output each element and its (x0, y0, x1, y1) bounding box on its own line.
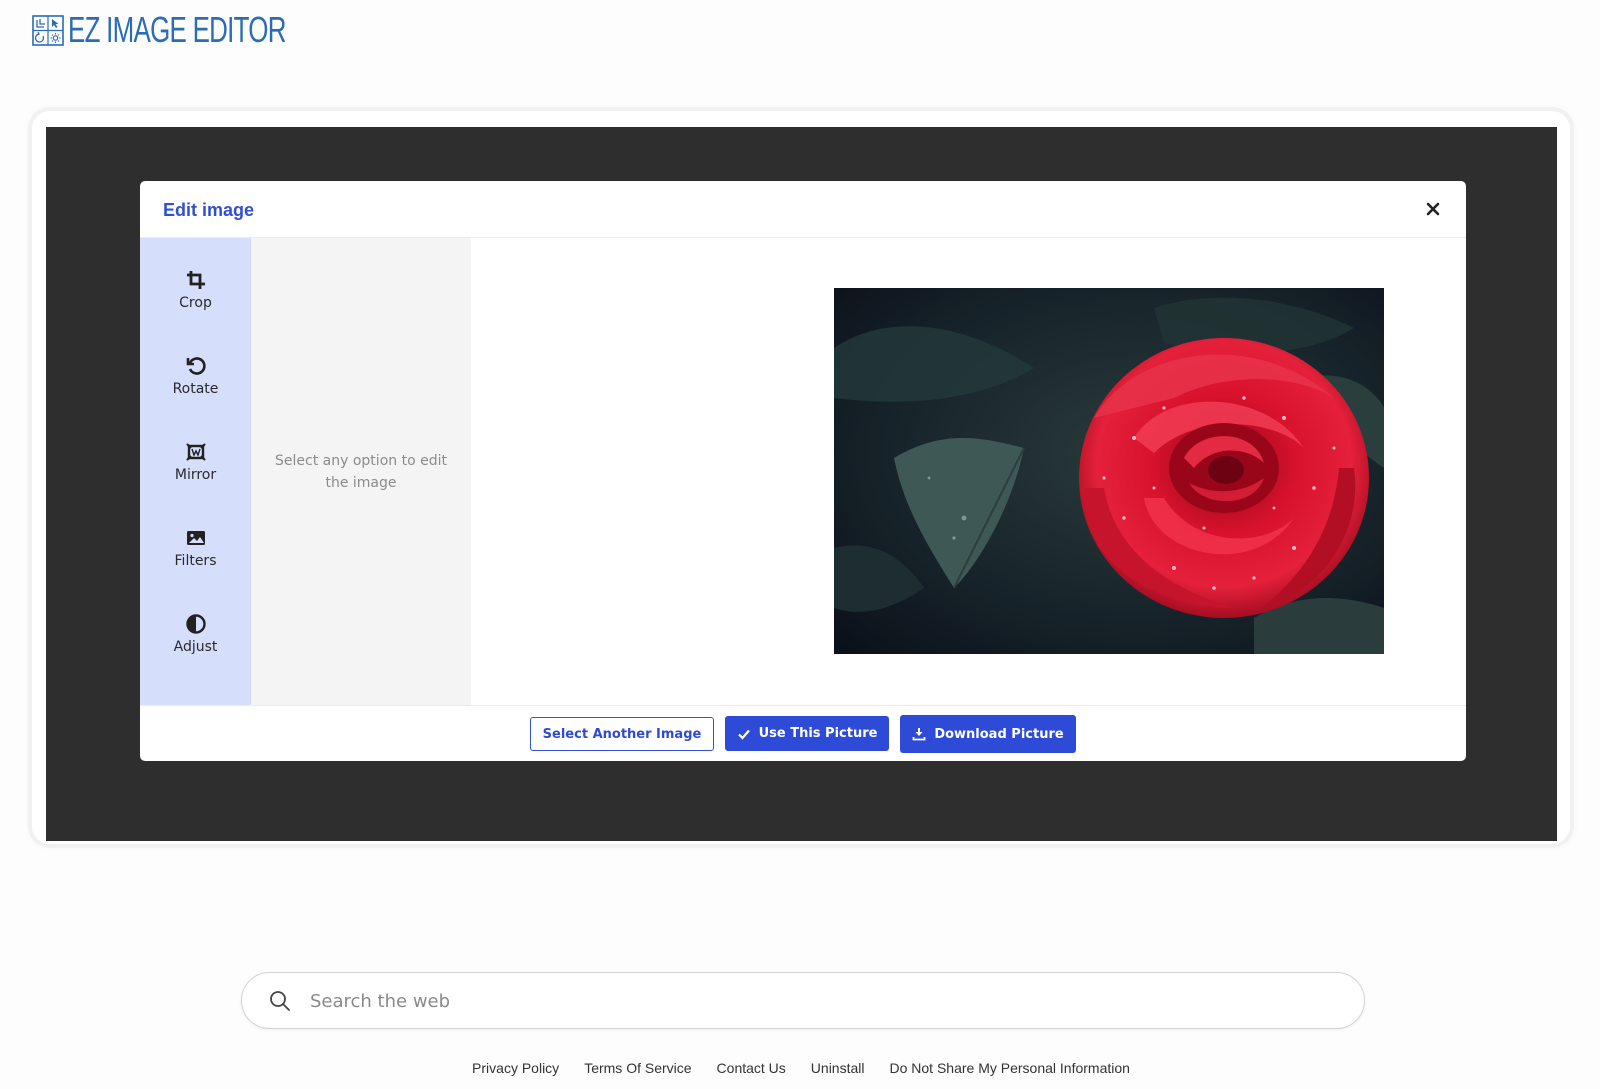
options-hint: Select any option to edit the image (275, 452, 447, 491)
mirror-icon (185, 443, 206, 461)
select-another-image-label: Select Another Image (542, 726, 702, 742)
footer-links: Privacy Policy Terms Of Service Contact … (0, 1060, 1600, 1076)
use-this-picture-button[interactable]: Use This Picture (725, 716, 889, 751)
checkmark-icon (737, 729, 750, 740)
crop-icon (186, 271, 205, 289)
tool-label-crop: Crop (179, 295, 212, 311)
mirror-tool-button[interactable]: Mirror (140, 427, 251, 497)
contrast-icon (185, 614, 206, 634)
tool-label-rotate: Rotate (172, 381, 219, 397)
image-icon (186, 531, 205, 545)
rose-photo (834, 288, 1384, 654)
download-picture-label: Download Picture (934, 726, 1064, 742)
image-editor-logo-icon (32, 14, 64, 46)
tool-label-adjust: Adjust (173, 639, 218, 655)
modal-body: Crop Rotate Mirror Filters Adjust Select… (140, 238, 1466, 705)
search-icon[interactable] (268, 989, 292, 1013)
footer-link-do-not-share[interactable]: Do Not Share My Personal Information (890, 1060, 1130, 1076)
edit-image-modal: Edit image Crop Rotate Mirror Filters Ad… (140, 181, 1466, 761)
tool-options-panel: Select any option to edit the image (251, 238, 471, 705)
footer-link-uninstall[interactable]: Uninstall (811, 1060, 865, 1076)
tool-label-filters: Filters (174, 553, 217, 569)
download-picture-button[interactable]: Download Picture (900, 715, 1076, 753)
web-search-bar (241, 972, 1365, 1029)
adjust-tool-button[interactable]: Adjust (140, 599, 251, 669)
search-input[interactable] (308, 983, 1338, 1019)
filters-tool-button[interactable]: Filters (140, 513, 251, 583)
footer-link-contact-us[interactable]: Contact Us (717, 1060, 786, 1076)
image-preview-area (471, 238, 1466, 705)
modal-header: Edit image (140, 181, 1466, 238)
image-preview[interactable] (834, 288, 1384, 654)
modal-footer: Select Another Image Use This Picture Do… (140, 705, 1466, 761)
edit-toolbar: Crop Rotate Mirror Filters Adjust (140, 238, 251, 705)
use-this-picture-label: Use This Picture (758, 726, 878, 741)
tool-label-mirror: Mirror (174, 467, 217, 483)
rotate-icon (186, 357, 206, 375)
logo-text: EZ IMAGE EDITOR (68, 9, 286, 50)
rotate-tool-button[interactable]: Rotate (140, 341, 251, 411)
download-icon (912, 728, 926, 741)
footer-link-privacy-policy[interactable]: Privacy Policy (472, 1060, 559, 1076)
footer-link-terms-of-service[interactable]: Terms Of Service (584, 1060, 691, 1076)
select-another-image-button[interactable]: Select Another Image (530, 717, 714, 751)
modal-title: Edit image (163, 200, 255, 220)
close-icon[interactable] (1422, 198, 1444, 220)
crop-tool-button[interactable]: Crop (140, 255, 251, 325)
site-logo[interactable]: EZ IMAGE EDITOR (32, 12, 370, 48)
